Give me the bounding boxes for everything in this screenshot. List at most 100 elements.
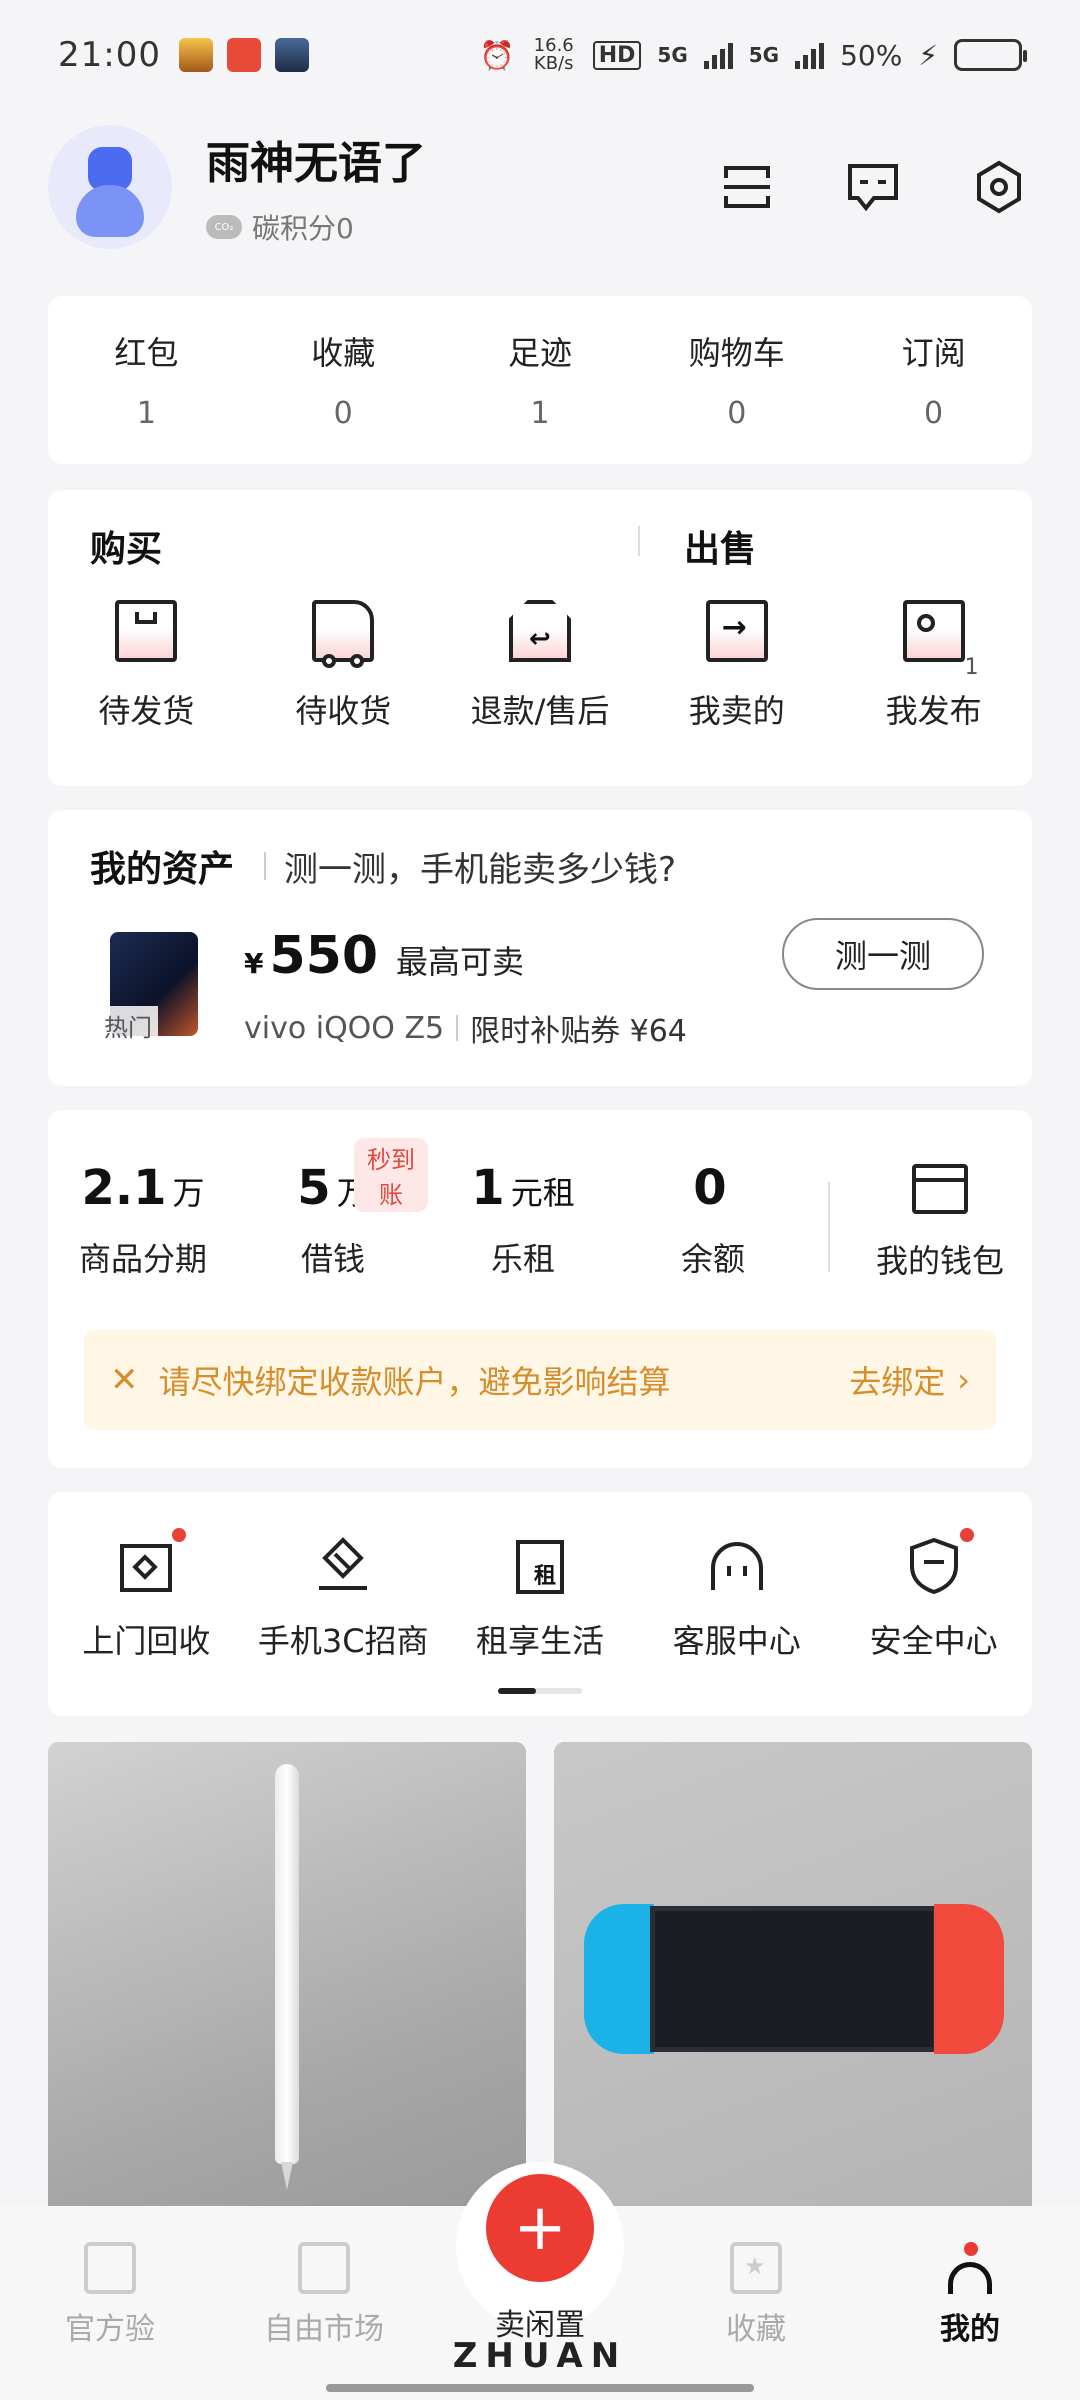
test-price-button[interactable]: 测一测 <box>782 918 984 990</box>
product-card-pencil[interactable] <box>48 1742 526 2212</box>
tool-merchant[interactable]: 手机3C招商 <box>245 1536 442 1662</box>
charging-icon: ⚡ <box>918 38 938 72</box>
trade-card: 购买 出售 待发货 待收货 ↩ 退款/售后 → 我卖的 1 我发布 <box>48 490 1032 786</box>
notification-dot <box>172 1528 187 1542</box>
stat-value: 1 <box>136 396 156 431</box>
trade-item-pending-receive[interactable]: 待收货 <box>245 600 442 732</box>
clock: 21:00 <box>58 35 161 75</box>
trade-item-sold[interactable]: → 我卖的 <box>638 600 835 732</box>
page-indicator-active <box>498 1688 536 1694</box>
sell-button[interactable]: + <box>486 2174 594 2282</box>
notification-dot <box>959 1528 974 1542</box>
right-controller <box>934 1904 1004 2054</box>
message-icon[interactable] <box>846 160 900 214</box>
app-notification-icon <box>226 38 261 72</box>
tool-recycle[interactable]: 上门回收 <box>48 1528 245 1662</box>
stat-value: 0 <box>727 396 747 431</box>
box-icon <box>115 600 178 662</box>
price-block: ¥ 550 最高可卖 <box>244 926 524 986</box>
page-indicator <box>498 1688 582 1694</box>
finance-value: 0 <box>618 1160 808 1222</box>
battery-icon <box>954 39 1027 71</box>
tools-card: 上门回收 手机3C招商 租 租享生活 客服中心 安全中心 <box>48 1492 1032 1716</box>
console-screen <box>650 1906 938 2052</box>
stat-history[interactable]: 足迹 1 <box>442 296 639 464</box>
rent-glyph: 租 <box>533 1564 556 1589</box>
close-icon[interactable]: ✕ <box>110 1360 139 1400</box>
buy-title: 购买 <box>90 529 163 570</box>
tool-rent-life[interactable]: 租 租享生活 <box>442 1536 639 1662</box>
stat-label: 收藏 <box>311 334 376 372</box>
home-indicator[interactable] <box>326 2384 754 2392</box>
notice-text: 请尽快绑定收款账户，避免影响结算 <box>158 1363 671 1401</box>
carbon-points-label: 碳积分0 <box>252 212 354 245</box>
nav-free-market[interactable]: 自由市场 <box>244 2242 404 2348</box>
nav-mine[interactable]: 我的 <box>890 2242 1050 2348</box>
finance-item-balance[interactable]: 0 余额 <box>618 1160 808 1280</box>
wallet-icon <box>912 1164 968 1214</box>
wallet-label: 我的钱包 <box>875 1242 1004 1280</box>
finance-label: 余额 <box>680 1240 745 1278</box>
finance-item-installment[interactable]: 2.1 万 商品分期 <box>48 1160 238 1280</box>
inspection-icon <box>84 2242 136 2294</box>
product-card-switch[interactable] <box>554 1742 1032 2212</box>
shield-icon <box>904 1528 974 1596</box>
price-note: 最高可卖 <box>396 943 525 981</box>
tool-label: 安全中心 <box>869 1622 998 1660</box>
stat-cart[interactable]: 购物车 0 <box>638 296 835 464</box>
finance-number: 5 <box>297 1160 331 1216</box>
finance-item-loan[interactable]: 秒到账 5万 借钱 <box>238 1138 428 1280</box>
finance-value: 2.1 万 <box>48 1160 238 1222</box>
brand-logo: ZHUAN <box>452 2336 628 2376</box>
finance-label: 商品分期 <box>78 1240 207 1278</box>
tool-customer-service[interactable]: 客服中心 <box>638 1536 835 1662</box>
battery-percent: 50% <box>840 38 903 72</box>
carbon-points[interactable]: CO₂ 碳积分0 <box>206 207 426 247</box>
bind-account-link[interactable]: 去绑定 › <box>849 1357 970 1403</box>
hd-icon: HD <box>592 40 642 70</box>
tool-security[interactable]: 安全中心 <box>835 1528 1032 1662</box>
finance-number: 0 <box>693 1160 727 1216</box>
stat-subscriptions[interactable]: 订阅 0 <box>835 296 1032 464</box>
settings-icon[interactable] <box>972 160 1026 214</box>
notice-action-label: 去绑定 <box>849 1363 946 1401</box>
publish-count: 1 <box>964 655 979 680</box>
hot-tag: 热门 <box>98 1006 158 1045</box>
star-icon: ★ <box>730 2242 782 2294</box>
instant-badge: 秒到账 <box>354 1138 428 1212</box>
bind-account-notice: ✕ 请尽快绑定收款账户，避免影响结算 去绑定 › <box>84 1330 996 1430</box>
user-name[interactable]: 雨神无语了 <box>206 127 426 191</box>
wallet-button[interactable]: 我的钱包 <box>848 1164 1032 1282</box>
stat-favorites[interactable]: 收藏 0 <box>245 296 442 464</box>
stat-label: 订阅 <box>901 334 966 372</box>
trade-row: 待发货 待收货 ↩ 退款/售后 → 我卖的 1 我发布 <box>48 600 1032 732</box>
notification-icons <box>178 38 309 72</box>
trade-item-published[interactable]: 1 我发布 <box>835 600 1032 732</box>
finance-item-rent[interactable]: 1 元租 乐租 <box>428 1160 618 1280</box>
tool-label: 手机3C招商 <box>257 1622 429 1660</box>
net-type-1: 5G <box>657 43 688 67</box>
nav-official-inspection[interactable]: 官方验 <box>30 2242 190 2348</box>
profile-info: 雨神无语了 CO₂ 碳积分0 <box>206 127 426 247</box>
model-info: vivo iQOO Z5 限时补贴券 ¥64 <box>244 1006 687 1050</box>
stat-red-packet[interactable]: 红包 1 <box>48 296 245 464</box>
return-icon: ↩ <box>508 600 571 662</box>
tool-label: 客服中心 <box>672 1622 801 1660</box>
finance-unit: 元租 <box>510 1174 575 1212</box>
scan-icon[interactable] <box>720 160 774 214</box>
rent-icon: 租 <box>510 1536 570 1596</box>
trade-item-pending-ship[interactable]: 待发货 <box>48 600 245 732</box>
divider <box>828 1182 830 1272</box>
app-notification-icon <box>178 38 213 72</box>
nav-favorites[interactable]: ★ 收藏 <box>676 2242 836 2348</box>
assets-subtitle[interactable]: 测一测，手机能卖多少钱? <box>284 842 676 891</box>
avatar[interactable] <box>48 125 172 249</box>
market-icon <box>298 2242 350 2294</box>
sell-title: 出售 <box>684 529 757 570</box>
chevron-right-icon: › <box>957 1361 970 1399</box>
trade-item-refund[interactable]: ↩ 退款/售后 <box>442 600 639 732</box>
tool-label: 租享生活 <box>475 1622 604 1660</box>
headset-icon <box>707 1536 767 1596</box>
net-type-2: 5G <box>748 43 780 67</box>
subsidy-coupon: 限时补贴券 ¥64 <box>470 1014 687 1049</box>
